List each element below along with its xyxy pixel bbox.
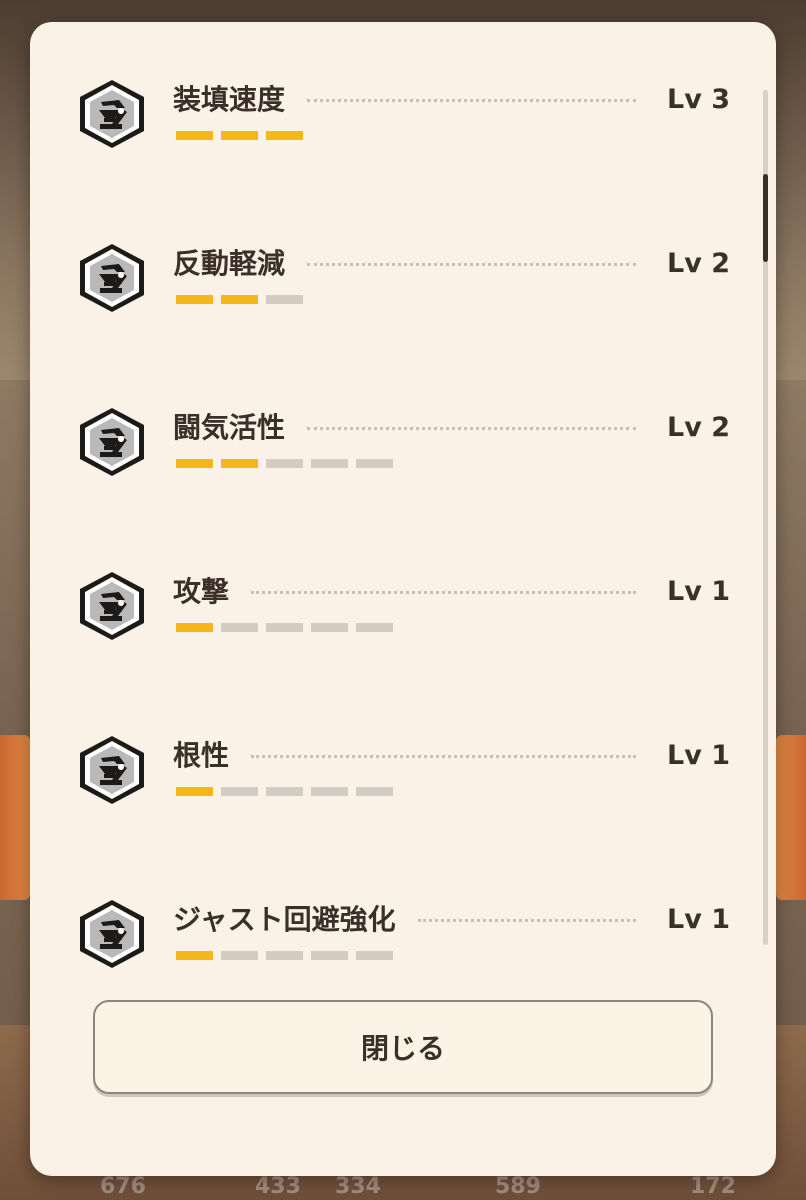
level-pip-filled (176, 787, 213, 796)
level-pip-filled (266, 131, 303, 140)
skill-level: Lv 1 (667, 904, 730, 935)
skill-row: 攻撃 Lv 1 (30, 534, 776, 644)
turret-skill-icon (77, 406, 147, 478)
skill-row: 根性 Lv 1 (30, 698, 776, 808)
skill-row: 闘気活性 Lv 2 (30, 370, 776, 480)
level-pip-filled (221, 295, 258, 304)
background-stat: 676 (100, 1174, 146, 1199)
level-pip-filled (176, 951, 213, 960)
level-progress (176, 295, 303, 304)
level-pip-empty (356, 787, 393, 796)
level-pip-empty (311, 623, 348, 632)
skill-list[interactable]: 装填速度 Lv 3 反動軽減 Lv 2 闘気活性 Lv 2 攻撃 Lv 1 根性… (30, 22, 776, 982)
level-progress (176, 459, 393, 468)
turret-skill-icon (77, 570, 147, 642)
background-card-right (776, 735, 806, 900)
level-pip-empty (266, 623, 303, 632)
level-progress (176, 951, 393, 960)
skill-name: 反動軽減 (173, 247, 286, 280)
level-pip-empty (311, 951, 348, 960)
level-pip-empty (266, 951, 303, 960)
level-pip-empty (311, 459, 348, 468)
level-pip-empty (221, 623, 258, 632)
level-pip-empty (266, 295, 303, 304)
skill-level: Lv 3 (667, 84, 730, 115)
background-stat: 589 (495, 1174, 541, 1199)
skill-row: 装填速度 Lv 3 (30, 42, 776, 152)
turret-skill-icon (77, 734, 147, 806)
skill-name: 攻撃 (173, 575, 230, 608)
level-pip-filled (176, 295, 213, 304)
skill-row: ジャスト回避強化 Lv 1 (30, 862, 776, 972)
level-pip-filled (221, 459, 258, 468)
skill-name: 装填速度 (173, 83, 286, 116)
level-pip-empty (311, 787, 348, 796)
level-pip-empty (266, 787, 303, 796)
level-pip-filled (176, 459, 213, 468)
close-button[interactable]: 閉じる (93, 1000, 713, 1094)
level-progress (176, 131, 303, 140)
dotted-leader (307, 99, 636, 102)
level-pip-empty (266, 459, 303, 468)
level-pip-empty (221, 951, 258, 960)
skill-level: Lv 1 (667, 740, 730, 771)
level-progress (176, 787, 393, 796)
skill-row: 反動軽減 Lv 2 (30, 206, 776, 316)
level-pip-empty (356, 459, 393, 468)
skill-list-modal: 装填速度 Lv 3 反動軽減 Lv 2 闘気活性 Lv 2 攻撃 Lv 1 根性… (30, 22, 776, 1176)
dotted-leader (307, 263, 636, 266)
dotted-leader (251, 755, 636, 758)
scrollbar-thumb[interactable] (763, 174, 768, 262)
dotted-leader (251, 591, 636, 594)
level-progress (176, 623, 393, 632)
level-pip-empty (221, 787, 258, 796)
level-pip-filled (176, 623, 213, 632)
skill-name: ジャスト回避強化 (173, 903, 396, 936)
turret-skill-icon (77, 78, 147, 150)
background-stat: 334 (335, 1174, 381, 1199)
skill-name: 闘気活性 (173, 411, 286, 444)
turret-skill-icon (77, 242, 147, 314)
skill-level: Lv 2 (667, 412, 730, 443)
skill-name: 根性 (173, 739, 230, 772)
skill-level: Lv 1 (667, 576, 730, 607)
dotted-leader (418, 919, 636, 922)
level-pip-filled (221, 131, 258, 140)
dotted-leader (307, 427, 636, 430)
turret-skill-icon (77, 898, 147, 970)
background-card-left (0, 735, 30, 900)
level-pip-empty (356, 623, 393, 632)
background-stat: 172 (690, 1174, 736, 1199)
level-pip-empty (356, 951, 393, 960)
level-pip-filled (176, 131, 213, 140)
skill-level: Lv 2 (667, 248, 730, 279)
background-stat: 433 (255, 1174, 301, 1199)
